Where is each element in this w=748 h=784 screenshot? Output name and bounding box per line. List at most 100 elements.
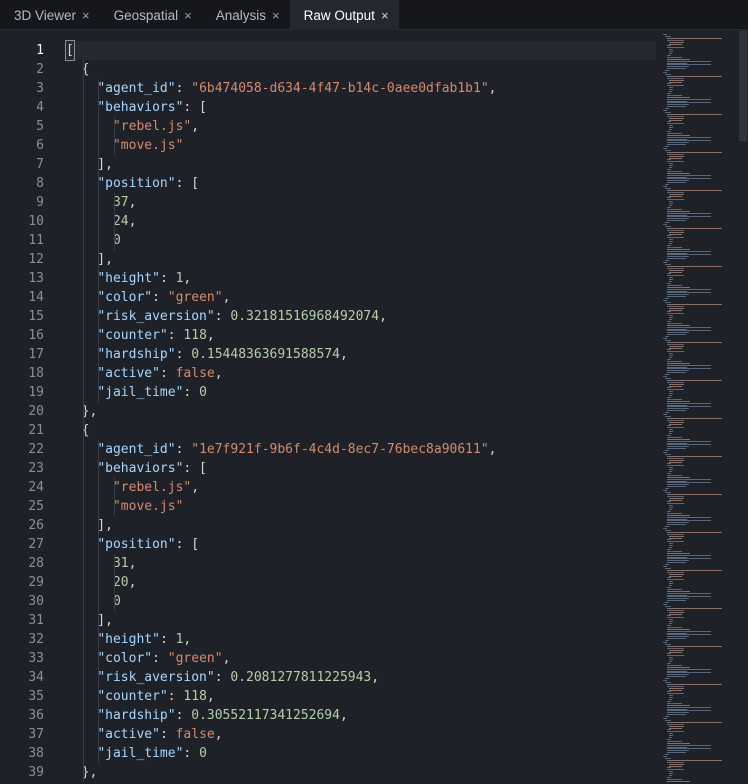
minimap-line [667,662,672,664]
code-line[interactable]: "position": [ [66,174,656,193]
minimap-line [667,539,672,541]
code-line[interactable]: "position": [ [66,535,656,554]
code-line[interactable]: }, [66,763,656,782]
minimap-line [667,161,685,163]
json-punctuation [66,556,113,571]
minimap-line [667,364,711,366]
tab-analysis[interactable]: Analysis × [202,0,290,30]
code-line[interactable]: "rebel.js", [66,117,656,136]
minimap-line [667,68,686,70]
code-line[interactable]: 20, [66,573,656,592]
code-line[interactable]: "behaviors": [ [66,98,656,117]
minimap-line [669,699,672,700]
code-line[interactable]: "color": "green", [66,649,656,668]
minimap-line [667,495,685,497]
code-line[interactable]: }, [66,402,656,421]
code-line[interactable]: 0 [66,592,656,611]
json-editor[interactable]: 1 2 3 4 5 6 7 8 9 10 11 12 13 14 15 16 17 18 19 20 21 22 23 24 2… [0,31,748,784]
json-punctuation [66,632,97,647]
minimap-line [667,197,672,199]
close-icon[interactable]: × [272,9,280,22]
json-punctuation: , [128,214,137,229]
code-line[interactable]: 24, [66,212,656,231]
minimap-line [667,387,672,389]
close-icon[interactable]: × [82,9,90,22]
minimap-line [665,754,670,756]
minimap-line [669,585,672,586]
minimap-line [667,189,723,191]
code-line[interactable]: ], [66,611,656,630]
code-line[interactable]: "move.js" [66,497,656,516]
minimap-line [669,575,683,577]
code-line[interactable]: "risk_aversion": 0.2081277811225943, [66,668,656,687]
tab-geospatial[interactable]: Geospatial × [100,0,202,30]
code-line[interactable]: "height": 1, [66,630,656,649]
json-punctuation: , [339,708,348,723]
json-punctuation: : [183,746,200,761]
code-line[interactable]: "jail_time": 0 [66,744,656,763]
indent-guide [82,649,84,668]
code-line[interactable]: ], [66,155,656,174]
code-line[interactable]: { [66,60,656,79]
code-line[interactable]: ], [66,516,656,535]
code-line[interactable]: "agent_id": "1e7f921f-9b6f-4c4d-8ec7-76b… [66,440,656,459]
minimap-line [667,130,672,132]
json-punctuation [66,309,97,324]
code-line[interactable]: "height": 1, [66,269,656,288]
code-line[interactable]: 37, [66,193,656,212]
minimap-line [669,271,683,273]
json-punctuation: , [183,271,192,286]
code-line[interactable]: "rebel.js", [66,478,656,497]
json-key: "height" [97,271,160,286]
json-string: "green" [167,651,223,666]
json-key: "active" [97,366,160,381]
minimap-line [667,47,685,49]
indent-guide [113,193,115,212]
line-number: 39 [28,765,44,780]
minimap-line [667,742,691,744]
code-line[interactable]: "counter": 118, [66,326,656,345]
minimap-line [667,96,691,98]
code-line[interactable]: "color": "green", [66,288,656,307]
code-line[interactable]: "agent_id": "6b474058-d634-4f47-b14c-0ae… [66,79,656,98]
code-area[interactable]: [ { "agent_id": "6b474058-d634-4f47-b14c… [65,40,656,782]
minimap-line [669,535,684,537]
code-line[interactable]: "active": false, [66,364,656,383]
code-line[interactable]: "jail_time": 0 [66,383,656,402]
minimap-line [667,670,688,672]
code-line[interactable]: "move.js" [66,136,656,155]
minimap-line [667,138,688,140]
line-number: 29 [28,575,44,590]
code-line[interactable]: "counter": 118, [66,687,656,706]
code-line[interactable]: 31, [66,554,656,573]
code-line[interactable]: 0 [66,231,656,250]
json-key: "behaviors" [97,100,184,115]
close-icon[interactable]: × [381,9,389,22]
json-number: 37 [112,195,129,210]
tab-raw-output[interactable]: Raw Output × [289,0,399,30]
line-number: 5 [36,119,44,134]
minimap-line [669,581,674,583]
code-line[interactable]: "active": false, [66,725,656,744]
minimap-line [669,89,674,91]
minimap-line [667,389,685,391]
code-line[interactable]: "hardship": 0.15448363691588574, [66,345,656,364]
minimap-line [669,467,674,469]
code-line[interactable]: "risk_aversion": 0.32181516968492074, [66,307,656,326]
code-line[interactable]: "hardship": 0.30552117341252694, [66,706,656,725]
code-line[interactable]: "behaviors": [ [66,459,656,478]
minimap-line [665,453,671,455]
minimap-line [667,106,686,108]
minimap[interactable] [661,31,739,784]
code-line[interactable]: [ [65,40,656,61]
vertical-scrollbar-thumb[interactable] [739,31,747,141]
close-icon[interactable]: × [184,9,192,22]
tab-3d-viewer[interactable]: 3D Viewer × [0,0,100,30]
minimap-line [667,474,682,476]
indent-guide [82,706,84,725]
indent-guide [98,478,100,497]
code-line[interactable]: ], [66,250,656,269]
minimap-line [669,725,684,727]
indent-guide [98,269,100,288]
code-line[interactable]: { [66,421,656,440]
